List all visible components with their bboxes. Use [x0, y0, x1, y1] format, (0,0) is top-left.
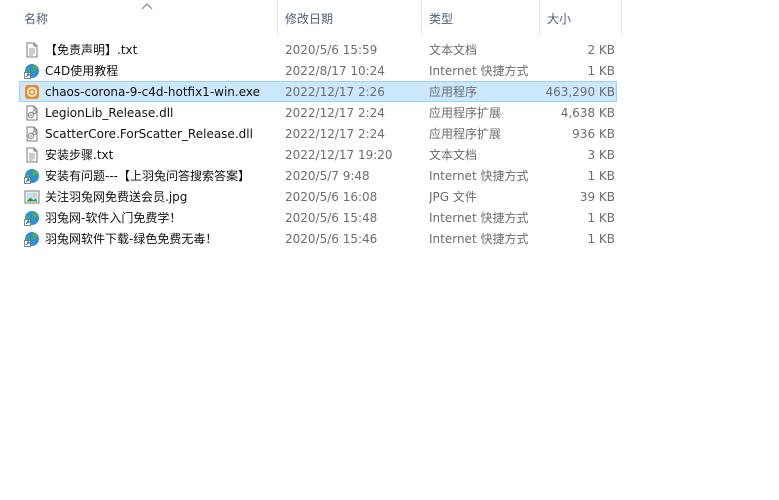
- column-header-size[interactable]: 大小: [540, 0, 622, 36]
- file-type: 应用程序: [429, 85, 478, 99]
- file-type: 应用程序扩展: [429, 106, 502, 120]
- file-row[interactable]: C4D使用教程 2022/8/17 10:24 Internet 快捷方式 1 KB: [19, 60, 617, 81]
- file-row[interactable]: 关注羽兔网免费送会员.jpg 2020/5/6 16:08 JPG 文件 39 KB: [19, 186, 617, 207]
- column-header-type[interactable]: 类型: [422, 0, 540, 36]
- file-size: 1 KB: [587, 232, 615, 246]
- file-modified-date: 2022/12/17 2:24: [285, 106, 385, 120]
- file-size: 1 KB: [587, 169, 615, 183]
- file-size: 936 KB: [572, 127, 615, 141]
- dll-file-icon: [24, 126, 40, 142]
- file-name: 羽兔网-软件入门免费学！: [45, 211, 182, 225]
- corona-installer-icon: [24, 84, 40, 100]
- file-size: 1 KB: [587, 211, 615, 225]
- file-name: C4D使用教程: [45, 64, 119, 78]
- column-header-date[interactable]: 修改日期: [278, 0, 422, 36]
- file-name: chaos-corona-9-c4d-hotfix1-win.exe: [45, 85, 260, 99]
- file-size: 1 KB: [587, 64, 615, 78]
- file-size: 39 KB: [579, 190, 615, 204]
- file-modified-date: 2022/8/17 10:24: [285, 64, 385, 78]
- file-modified-date: 2020/5/6 15:59: [285, 43, 378, 57]
- file-row[interactable]: chaos-corona-9-c4d-hotfix1-win.exe 2022/1…: [19, 81, 617, 102]
- text-file-icon: [24, 42, 40, 58]
- file-modified-date: 2020/5/6 15:48: [285, 211, 378, 225]
- file-type: JPG 文件: [429, 190, 477, 204]
- file-row[interactable]: 羽兔网软件下载-绿色免费无毒！ 2020/5/6 15:46 Internet 快捷…: [19, 228, 617, 249]
- file-name: 【免责声明】.txt: [45, 43, 138, 57]
- file-name: 关注羽兔网免费送会员.jpg: [45, 190, 188, 204]
- file-name: 安装有问题---【上羽兔问答搜索答案】: [45, 169, 250, 183]
- text-file-icon: [24, 147, 40, 163]
- file-name: LegionLib_Release.dll: [45, 106, 174, 120]
- file-name: 安装步骤.txt: [45, 148, 114, 162]
- file-type: Internet 快捷方式: [429, 64, 529, 78]
- file-type: Internet 快捷方式: [429, 211, 529, 225]
- file-row[interactable]: 【免责声明】.txt 2020/5/6 15:59 文本文档 2 KB: [19, 39, 617, 60]
- internet-shortcut-icon: [24, 231, 40, 247]
- file-row[interactable]: 安装步骤.txt 2022/12/17 19:20 文本文档 3 KB: [19, 144, 617, 165]
- file-type: Internet 快捷方式: [429, 169, 529, 183]
- column-header-bar: 名称 修改日期 类型 大小: [0, 0, 622, 36]
- file-modified-date: 2022/12/17 2:26: [285, 85, 385, 99]
- file-modified-date: 2020/5/7 9:48: [285, 169, 370, 183]
- file-list-view: 名称 修改日期 类型 大小 【免责声明】.txt 2020/5/6 15:59 文本…: [0, 0, 779, 500]
- file-size: 3 KB: [587, 148, 615, 162]
- file-name: ScatterCore.ForScatter_Release.dll: [45, 127, 253, 141]
- file-modified-date: 2020/5/6 16:08: [285, 190, 378, 204]
- dll-file-icon: [24, 105, 40, 121]
- file-size: 463,290 KB: [545, 85, 615, 99]
- internet-shortcut-icon: [24, 63, 40, 79]
- file-type: 文本文档: [429, 148, 478, 162]
- file-row[interactable]: 羽兔网-软件入门免费学！ 2020/5/6 15:48 Internet 快捷方式 1…: [19, 207, 617, 228]
- file-modified-date: 2020/5/6 15:46: [285, 232, 378, 246]
- file-modified-date: 2022/12/17 2:24: [285, 127, 385, 141]
- file-row[interactable]: LegionLib_Release.dll 2022/12/17 2:24 应用程序…: [19, 102, 617, 123]
- file-type: Internet 快捷方式: [429, 232, 529, 246]
- file-type: 文本文档: [429, 43, 478, 57]
- file-size: 4,638 KB: [560, 106, 615, 120]
- image-file-icon: [24, 189, 40, 205]
- file-rows: 【免责声明】.txt 2020/5/6 15:59 文本文档 2 KB C4D使用教程 2…: [0, 39, 622, 249]
- internet-shortcut-icon: [24, 168, 40, 184]
- file-name: 羽兔网软件下载-绿色免费无毒！: [45, 232, 218, 246]
- internet-shortcut-icon: [24, 210, 40, 226]
- column-header-name[interactable]: 名称: [17, 0, 278, 36]
- file-modified-date: 2022/12/17 19:20: [285, 148, 393, 162]
- file-row[interactable]: ScatterCore.ForScatter_Release.dll 2022/1…: [19, 123, 617, 144]
- file-size: 2 KB: [587, 43, 615, 57]
- file-row[interactable]: 安装有问题---【上羽兔问答搜索答案】 2020/5/7 9:48 Internet…: [19, 165, 617, 186]
- file-type: 应用程序扩展: [429, 127, 502, 141]
